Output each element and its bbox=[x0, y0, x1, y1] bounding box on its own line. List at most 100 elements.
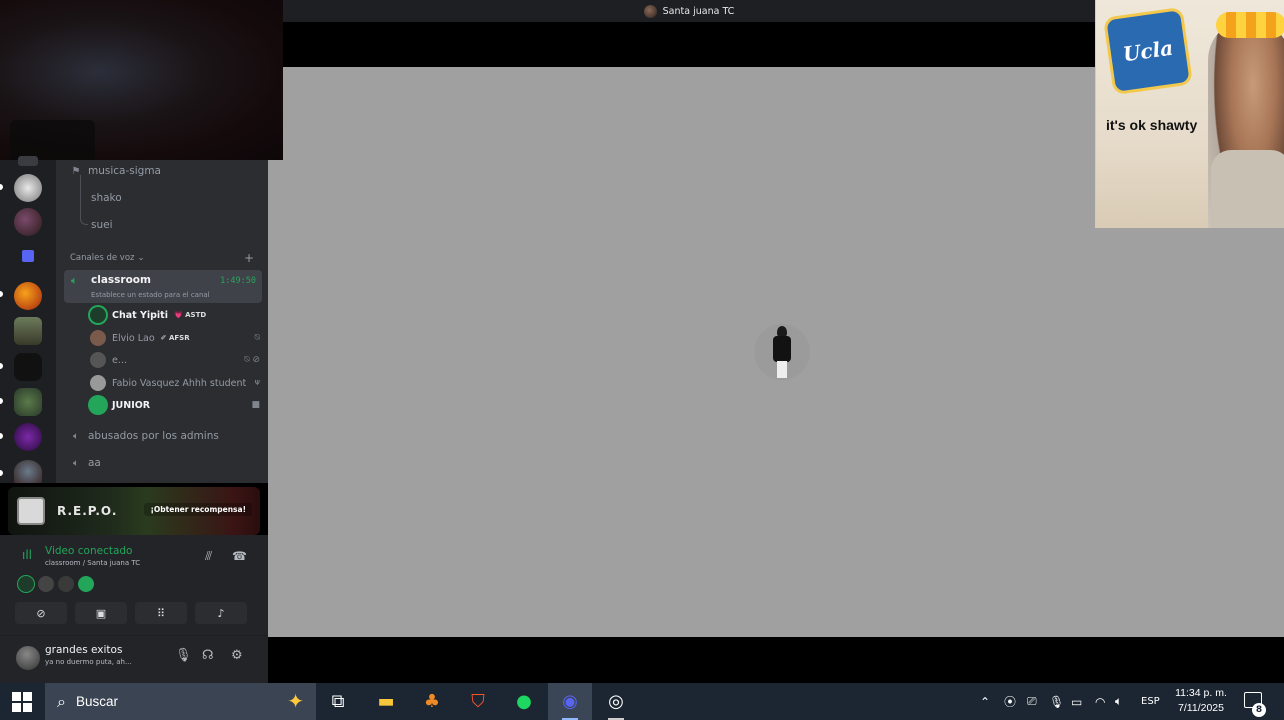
letterbox-bottom bbox=[268, 637, 1284, 683]
search-box[interactable]: ⌕ Buscar ✦ bbox=[45, 683, 316, 720]
spotify-icon[interactable]: ● bbox=[502, 683, 546, 720]
game-logo: R.E.P.O. bbox=[57, 504, 118, 518]
file-explorer-icon[interactable]: ▬ bbox=[364, 683, 408, 720]
screen: Santa juana TC Ucla it's ok shawty ⚑ mus… bbox=[0, 0, 1284, 720]
deafened-icon: ⍉ bbox=[254, 333, 260, 343]
volume-icon[interactable]: 🔈︎ bbox=[1115, 683, 1122, 720]
server-avatar bbox=[643, 4, 657, 18]
server-icon[interactable] bbox=[14, 460, 42, 483]
avatar[interactable] bbox=[38, 576, 54, 592]
category-voice[interactable]: Canales de voz ⌄ bbox=[70, 253, 145, 263]
stream-title: Santa juana TC bbox=[662, 5, 735, 17]
voice-status[interactable]: Video conectado bbox=[45, 545, 132, 557]
voice-channel-abusados[interactable]: 🔈︎ abusados por los admins bbox=[70, 430, 219, 442]
server-icon[interactable] bbox=[14, 353, 42, 381]
server-icon[interactable] bbox=[18, 156, 38, 166]
brave-browser-icon[interactable]: ⛉ bbox=[456, 683, 500, 720]
voice-connection-panel: ıll Video conectado classroom / Santa ju… bbox=[0, 535, 268, 635]
activities-button[interactable]: ⠿ bbox=[135, 602, 187, 624]
username[interactable]: grandes exitos bbox=[45, 644, 122, 656]
microphone-icon[interactable]: 🎙︎ bbox=[175, 648, 192, 663]
avatar bbox=[90, 375, 106, 391]
avatar[interactable] bbox=[16, 646, 40, 670]
fl-studio-icon[interactable]: ♣ bbox=[410, 683, 454, 720]
muted-deafened-icons: ⍉ ⊘ bbox=[244, 355, 260, 365]
server-icon[interactable] bbox=[14, 388, 42, 416]
disconnect-icon[interactable]: ☎ bbox=[232, 549, 247, 563]
voice-user[interactable]: Fabio Vasquez Ahhh student ᴪ bbox=[90, 374, 260, 392]
thread-shako[interactable]: shako bbox=[91, 192, 122, 204]
system-clock[interactable]: 11:34 p. m. 7/11/2025 bbox=[1168, 686, 1234, 716]
folder-icon[interactable] bbox=[22, 250, 34, 262]
clan-tag: ✐ AFSR bbox=[160, 334, 190, 342]
server-icon[interactable] bbox=[14, 174, 42, 202]
soundboard-button[interactable]: ♪ bbox=[195, 602, 247, 624]
battery-icon[interactable]: ▭ bbox=[1071, 683, 1082, 720]
wifi-icon[interactable]: ◠ bbox=[1095, 683, 1105, 720]
avatar-figure bbox=[771, 326, 793, 378]
headphones-icon[interactable]: ☊ bbox=[202, 648, 214, 663]
ucla-logo: Ucla bbox=[1102, 6, 1194, 96]
thread-suei[interactable]: suei bbox=[91, 219, 113, 231]
voice-location[interactable]: classroom / Santa juana TC bbox=[45, 559, 140, 567]
microphone-tray-icon[interactable]: 🎙︎ bbox=[1049, 683, 1064, 720]
voice-timer: 1:49:50 bbox=[220, 276, 256, 286]
video-icon: ■ bbox=[251, 400, 260, 410]
avatar bbox=[90, 397, 106, 413]
server-icon[interactable] bbox=[14, 282, 42, 310]
notification-count: 8 bbox=[1252, 703, 1266, 717]
avatar[interactable] bbox=[18, 576, 34, 592]
voice-user[interactable]: e... ⍉ ⊘ bbox=[90, 351, 260, 369]
avatar bbox=[90, 307, 106, 323]
camera-off-button[interactable]: ⊘ bbox=[15, 602, 67, 624]
server-icon[interactable] bbox=[14, 423, 42, 451]
server-list bbox=[0, 156, 56, 483]
chevron-down-icon: ⌄ bbox=[137, 253, 145, 263]
user-panel: grandes exitos ya no duermo puta, ah... … bbox=[0, 635, 268, 683]
voice-action-buttons: ⊘ ▣ ⠿ ♪ bbox=[15, 602, 247, 624]
avatar bbox=[90, 352, 106, 368]
user-status: ya no duermo puta, ah... bbox=[45, 658, 132, 666]
windows-start-button[interactable] bbox=[12, 692, 32, 712]
search-icon: ⌕ bbox=[57, 691, 66, 711]
flower-crown bbox=[1216, 12, 1284, 38]
voice-user[interactable]: JUNIOR ■ bbox=[90, 396, 260, 414]
sparkle-icon: ✦ bbox=[287, 689, 304, 713]
participant-avatar[interactable] bbox=[754, 324, 810, 380]
voice-channel-classroom[interactable]: 🔈︎ classroom 1:49:50 Establece un estado… bbox=[64, 270, 262, 303]
promo-banner[interactable]: R.E.P.O. ¡Obtener recompensa! bbox=[8, 487, 260, 535]
obs-icon[interactable]: ◎ bbox=[594, 683, 638, 720]
server-icon[interactable] bbox=[14, 317, 42, 345]
language-indicator[interactable]: ESP bbox=[1141, 683, 1160, 720]
noise-suppression-icon[interactable]: ⫻ bbox=[205, 549, 212, 564]
channel-list: ⚑ musica-sigma shako suei Canales de voz… bbox=[56, 160, 268, 483]
speaker-icon: 🔈︎ bbox=[73, 430, 79, 442]
voice-user[interactable]: Elvio Lao ✐ AFSR ⍉ bbox=[90, 329, 260, 347]
meme-overlay: Ucla it's ok shawty bbox=[1095, 0, 1284, 228]
task-view-icon[interactable]: ⧉ bbox=[316, 683, 360, 720]
channel-status-hint[interactable]: Establece un estado para el canal bbox=[91, 291, 210, 299]
avatar[interactable] bbox=[78, 576, 94, 592]
speaker-icon: 🔈︎ bbox=[71, 274, 78, 287]
speaker-icon: 🔈︎ bbox=[73, 457, 79, 469]
clan-tag: 💗 ASTD bbox=[173, 311, 207, 319]
stream-title-bar: Santa juana TC bbox=[283, 0, 1095, 22]
camera-tray-icon[interactable]: ⎚ bbox=[1027, 683, 1037, 720]
discord-icon[interactable]: ◉ bbox=[548, 683, 592, 720]
voice-channel-aa[interactable]: 🔈︎ aa bbox=[70, 457, 101, 469]
show-hidden-icons[interactable]: ⌃ bbox=[980, 683, 990, 720]
avatar bbox=[90, 330, 106, 346]
letterbox-top bbox=[283, 22, 1095, 67]
voice-user[interactable]: Chat Yipiti 💗 ASTD bbox=[90, 306, 260, 324]
add-channel-icon[interactable]: + bbox=[244, 251, 254, 265]
game-box-icon bbox=[17, 497, 45, 525]
server-icon[interactable] bbox=[14, 208, 42, 236]
avatar[interactable] bbox=[58, 576, 74, 592]
screen-share-button[interactable]: ▣ bbox=[75, 602, 127, 624]
record-icon[interactable]: ⦿ bbox=[1004, 683, 1016, 720]
signal-icon[interactable]: ıll bbox=[22, 548, 32, 562]
claim-reward-button[interactable]: ¡Obtener recompensa! bbox=[144, 503, 252, 516]
gear-icon[interactable]: ⚙ bbox=[231, 648, 243, 663]
meme-caption: it's ok shawty bbox=[1106, 117, 1198, 133]
voice-member-avatars bbox=[18, 576, 94, 592]
